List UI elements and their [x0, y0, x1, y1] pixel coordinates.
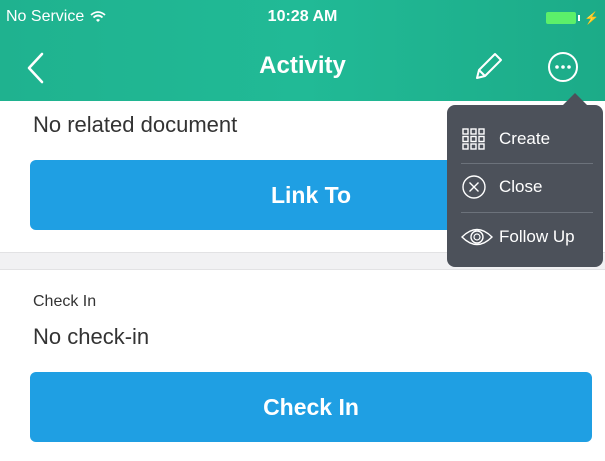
check-in-value: No check-in — [33, 324, 150, 349]
check-in-button[interactable]: Check In — [30, 372, 592, 442]
actions-popover: Create Close Follow Up — [447, 105, 603, 267]
menu-item-create[interactable]: Create — [461, 115, 597, 163]
app-header: No Service 10:28 AM ⚡ Activity — [0, 0, 605, 101]
eye-icon — [461, 223, 495, 251]
charging-icon: ⚡ — [584, 11, 599, 25]
menu-item-close-label: Close — [499, 177, 543, 196]
menu-item-close[interactable]: Close — [461, 163, 597, 211]
page-title: Activity — [259, 52, 346, 79]
battery-level — [546, 12, 577, 24]
status-time: 10:28 AM — [267, 8, 338, 25]
edit-button[interactable] — [471, 50, 505, 84]
more-button[interactable] — [546, 50, 580, 84]
related-document-value: No related document — [33, 112, 238, 137]
more-options-icon — [548, 52, 578, 82]
status-bar: No Service 10:28 AM ⚡ — [0, 0, 605, 36]
grid-icon — [461, 125, 495, 153]
menu-item-create-label: Create — [499, 129, 551, 148]
pencil-icon — [476, 53, 502, 79]
menu-item-follow-up[interactable]: Follow Up — [461, 213, 597, 261]
battery-tip — [578, 15, 581, 21]
check-in-label: Check In — [33, 293, 97, 310]
menu-item-follow-up-label: Follow Up — [499, 227, 575, 246]
close-circle-icon — [461, 173, 495, 201]
popover-arrow — [563, 93, 587, 105]
battery-icon: ⚡ — [546, 11, 599, 25]
